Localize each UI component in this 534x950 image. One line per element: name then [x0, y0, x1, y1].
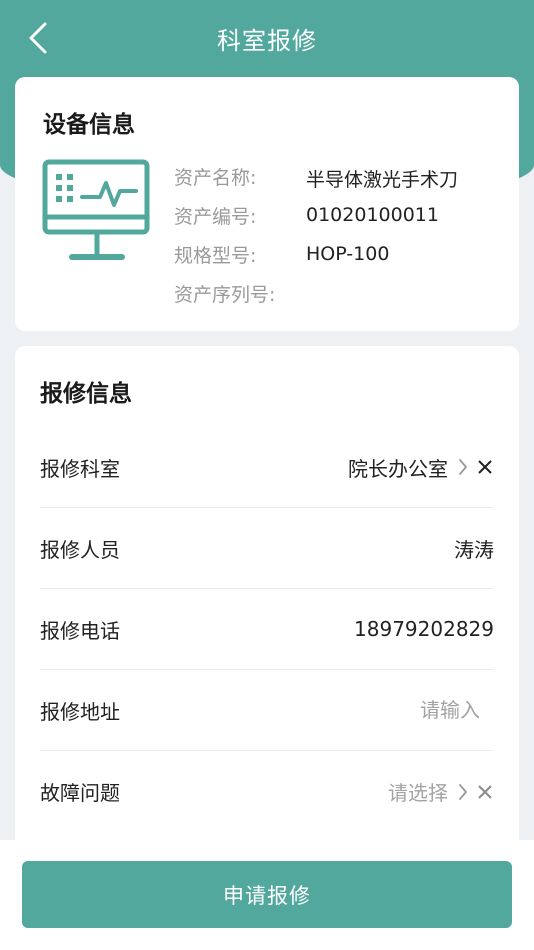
- device-info-card: 设备信息 资产名称: 半导体激光手术刀 资产编号: 01020100011 规格…: [15, 77, 519, 331]
- model-row: 规格型号: HOP-100: [174, 241, 458, 280]
- asset-name-row: 资产名称: 半导体激光手术刀: [174, 163, 458, 202]
- clear-fault-icon[interactable]: [476, 783, 494, 801]
- fault-label: 故障问题: [40, 781, 120, 805]
- person-label: 报修人员: [40, 537, 120, 562]
- address-input[interactable]: [314, 698, 494, 722]
- asset-name-label: 资产名称:: [174, 167, 257, 189]
- address-label: 报修地址: [40, 699, 120, 724]
- asset-number-row: 资产编号: 01020100011: [174, 202, 458, 241]
- person-value: 涛涛: [454, 537, 494, 562]
- page-title: 科室报修: [217, 26, 317, 55]
- asset-number-value: 01020100011: [306, 204, 439, 226]
- serial-number-label: 资产序列号:: [174, 284, 276, 306]
- chevron-right-icon[interactable]: [458, 783, 468, 801]
- repair-info-card: 报修信息 报修科室 院长办公室 报修人员 涛涛 报修电话 18979202829…: [15, 346, 519, 866]
- repair-info-title: 报修信息: [40, 381, 132, 407]
- chevron-left-icon: [29, 22, 47, 54]
- department-value[interactable]: 院长办公室: [348, 453, 448, 482]
- model-value: HOP-100: [306, 243, 390, 265]
- asset-name-value: 半导体激光手术刀: [306, 169, 459, 191]
- model-label: 规格型号:: [174, 245, 257, 267]
- department-label: 报修科室: [40, 456, 120, 481]
- fault-select[interactable]: 请选择: [388, 777, 448, 806]
- phone-value: 18979202829: [354, 617, 494, 641]
- bottom-bar: 申请报修: [0, 840, 534, 950]
- person-row: 报修人员 涛涛: [40, 508, 494, 589]
- monitor-icon: [42, 159, 150, 260]
- back-button[interactable]: [18, 18, 58, 58]
- serial-number-row: 资产序列号:: [174, 280, 458, 319]
- clear-department-icon[interactable]: [476, 458, 494, 476]
- address-row: 报修地址: [40, 670, 494, 751]
- asset-number-label: 资产编号:: [174, 206, 257, 228]
- device-info-list: 资产名称: 半导体激光手术刀 资产编号: 01020100011 规格型号: H…: [174, 163, 458, 319]
- phone-label: 报修电话: [40, 618, 120, 643]
- department-row[interactable]: 报修科室 院长办公室: [40, 427, 494, 508]
- nav-bar: 科室报修: [0, 0, 534, 76]
- device-info-title: 设备信息: [43, 112, 135, 138]
- phone-row: 报修电话 18979202829: [40, 589, 494, 670]
- chevron-right-icon[interactable]: [458, 458, 468, 476]
- submit-repair-button[interactable]: 申请报修: [22, 861, 512, 928]
- fault-row[interactable]: 故障问题 请选择: [40, 751, 494, 832]
